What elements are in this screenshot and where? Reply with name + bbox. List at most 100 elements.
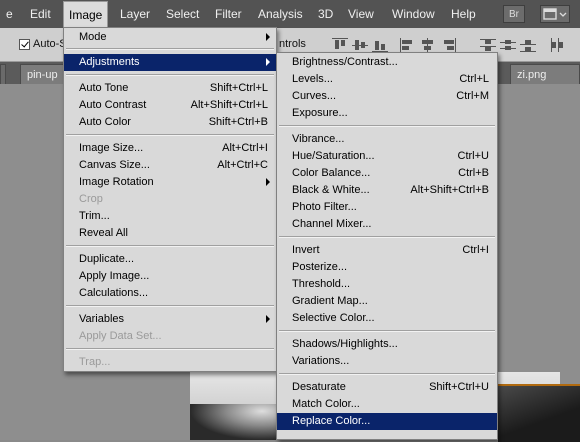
brightness-contrast-label: Brightness/Contrast... xyxy=(292,56,398,68)
menu-item-match-color[interactable]: Match Color... xyxy=(277,396,497,413)
hue-saturation-shortcut: Ctrl+U xyxy=(457,150,489,162)
distribute-top-icon[interactable] xyxy=(480,38,496,52)
exposure-label: Exposure... xyxy=(292,107,348,119)
align-bottom-icon[interactable] xyxy=(372,38,388,52)
menu-item-invert[interactable]: Invert Ctrl+I xyxy=(277,242,497,259)
distribute-vcenter-icon[interactable] xyxy=(500,38,516,52)
auto-contrast-shortcut: Alt+Shift+Ctrl+L xyxy=(190,99,268,111)
desaturate-label: Desaturate xyxy=(292,381,346,393)
menu-item-vibrance[interactable]: Vibrance... xyxy=(277,131,497,148)
vibrance-label: Vibrance... xyxy=(292,133,345,145)
threshold-label: Threshold... xyxy=(292,278,351,290)
replace-color-label: Replace Color... xyxy=(292,415,371,427)
menu-item-black-white[interactable]: Black & White... Alt+Shift+Ctrl+B xyxy=(277,182,497,199)
menu-item-calculations[interactable]: Calculations... xyxy=(64,285,276,302)
menu-analysis[interactable]: Analysis xyxy=(258,0,303,28)
menu-item-color-balance[interactable]: Color Balance... Ctrl+B xyxy=(277,165,497,182)
menu-item-selective-color[interactable]: Selective Color... xyxy=(277,310,497,327)
menu-item-adjustments[interactable]: Adjustments xyxy=(64,54,276,71)
menu-item-desaturate[interactable]: Desaturate Shift+Ctrl+U xyxy=(277,379,497,396)
bridge-button[interactable]: Br xyxy=(503,5,525,23)
menu-layer[interactable]: Layer xyxy=(120,0,150,28)
menu-item-gradient-map[interactable]: Gradient Map... xyxy=(277,293,497,310)
channel-mixer-label: Channel Mixer... xyxy=(292,218,372,230)
menu-item-image-size[interactable]: Image Size... Alt+Ctrl+I xyxy=(64,140,276,157)
menu-3d[interactable]: 3D xyxy=(318,0,333,28)
menu-item-trim[interactable]: Trim... xyxy=(64,208,276,225)
menu-item-variations[interactable]: Variations... xyxy=(277,353,497,370)
auto-select-checkbox[interactable] xyxy=(19,39,30,50)
menu-item-variables[interactable]: Variables xyxy=(64,311,276,328)
tab-scroll-left[interactable] xyxy=(0,64,6,84)
menu-item-replace-color[interactable]: Replace Color... xyxy=(277,413,497,430)
curves-shortcut: Ctrl+M xyxy=(456,90,489,102)
reveal-all-label: Reveal All xyxy=(79,227,128,239)
menu-filter[interactable]: Filter xyxy=(215,0,242,28)
menu-item-threshold[interactable]: Threshold... xyxy=(277,276,497,293)
menu-item-curves[interactable]: Curves... Ctrl+M xyxy=(277,88,497,105)
menu-item-auto-tone[interactable]: Auto Tone Shift+Ctrl+L xyxy=(64,80,276,97)
auto-color-label: Auto Color xyxy=(79,116,131,128)
menu-file-partial[interactable]: e xyxy=(6,0,13,28)
distribute-bottom-icon[interactable] xyxy=(520,38,536,52)
menu-image[interactable]: Image xyxy=(63,1,109,29)
align-left-icon[interactable] xyxy=(400,38,416,52)
distribute-left-icon[interactable] xyxy=(550,38,566,52)
variations-label: Variations... xyxy=(292,355,350,367)
levels-shortcut: Ctrl+L xyxy=(459,73,489,85)
menu-item-shadows-highlights[interactable]: Shadows/Highlights... xyxy=(277,336,497,353)
menu-item-apply-image[interactable]: Apply Image... xyxy=(64,268,276,285)
menu-item-canvas-size[interactable]: Canvas Size... Alt+Ctrl+C xyxy=(64,157,276,174)
menu-item-auto-contrast[interactable]: Auto Contrast Alt+Shift+Ctrl+L xyxy=(64,97,276,114)
menu-item-image-rotation[interactable]: Image Rotation xyxy=(64,174,276,191)
menu-item-duplicate[interactable]: Duplicate... xyxy=(64,251,276,268)
menu-edit[interactable]: Edit xyxy=(30,0,51,28)
align-vcenter-icon[interactable] xyxy=(352,38,368,52)
menu-separator xyxy=(66,74,274,76)
auto-select-label: Auto-S xyxy=(33,38,67,50)
menu-separator xyxy=(66,134,274,136)
menu-separator xyxy=(279,236,495,238)
hue-saturation-label: Hue/Saturation... xyxy=(292,150,375,162)
menu-item-hue-saturation[interactable]: Hue/Saturation... Ctrl+U xyxy=(277,148,497,165)
adjustments-submenu: Brightness/Contrast... Levels... Ctrl+L C… xyxy=(276,52,498,440)
align-top-icon[interactable] xyxy=(332,38,348,52)
bridge-label: Br xyxy=(509,9,519,20)
align-right-icon[interactable] xyxy=(440,38,456,52)
menu-item-levels[interactable]: Levels... Ctrl+L xyxy=(277,71,497,88)
menu-separator xyxy=(66,348,274,350)
menu-view[interactable]: View xyxy=(348,0,374,28)
menu-item-trap: Trap... xyxy=(64,354,276,371)
menu-item-brightness-contrast[interactable]: Brightness/Contrast... xyxy=(277,54,497,71)
menu-item-channel-mixer[interactable]: Channel Mixer... xyxy=(277,216,497,233)
match-color-label: Match Color... xyxy=(292,398,360,410)
menu-separator xyxy=(279,330,495,332)
menu-item-exposure[interactable]: Exposure... xyxy=(277,105,497,122)
menu-separator xyxy=(66,305,274,307)
curves-label: Curves... xyxy=(292,90,337,102)
align-hcenter-icon[interactable] xyxy=(420,38,436,52)
menu-help[interactable]: Help xyxy=(451,0,476,28)
tab-pin-up[interactable]: pin-up xyxy=(20,64,65,84)
image-size-label: Image Size... xyxy=(79,142,144,154)
invert-label: Invert xyxy=(292,244,320,256)
menu-item-apply-data-set: Apply Data Set... xyxy=(64,328,276,345)
menu-item-auto-color[interactable]: Auto Color Shift+Ctrl+B xyxy=(64,114,276,131)
tab-zi-png[interactable]: zi.png xyxy=(510,64,580,84)
adjustments-label: Adjustments xyxy=(79,56,140,68)
image-size-shortcut: Alt+Ctrl+I xyxy=(222,142,268,154)
levels-label: Levels... xyxy=(292,73,333,85)
canvas-size-label: Canvas Size... xyxy=(79,159,150,171)
menu-window[interactable]: Window xyxy=(392,0,435,28)
menu-item-photo-filter[interactable]: Photo Filter... xyxy=(277,199,497,216)
menu-select[interactable]: Select xyxy=(166,0,199,28)
posterize-label: Posterize... xyxy=(292,261,348,273)
color-balance-shortcut: Ctrl+B xyxy=(458,167,489,179)
menu-item-posterize[interactable]: Posterize... xyxy=(277,259,497,276)
menu-item-mode[interactable]: Mode xyxy=(64,29,276,46)
screen-mode-icon[interactable] xyxy=(540,5,570,23)
menu-item-reveal-all[interactable]: Reveal All xyxy=(64,225,276,242)
auto-contrast-label: Auto Contrast xyxy=(79,99,147,111)
submenu-arrow-icon xyxy=(266,315,270,323)
auto-tone-label: Auto Tone xyxy=(79,82,129,94)
